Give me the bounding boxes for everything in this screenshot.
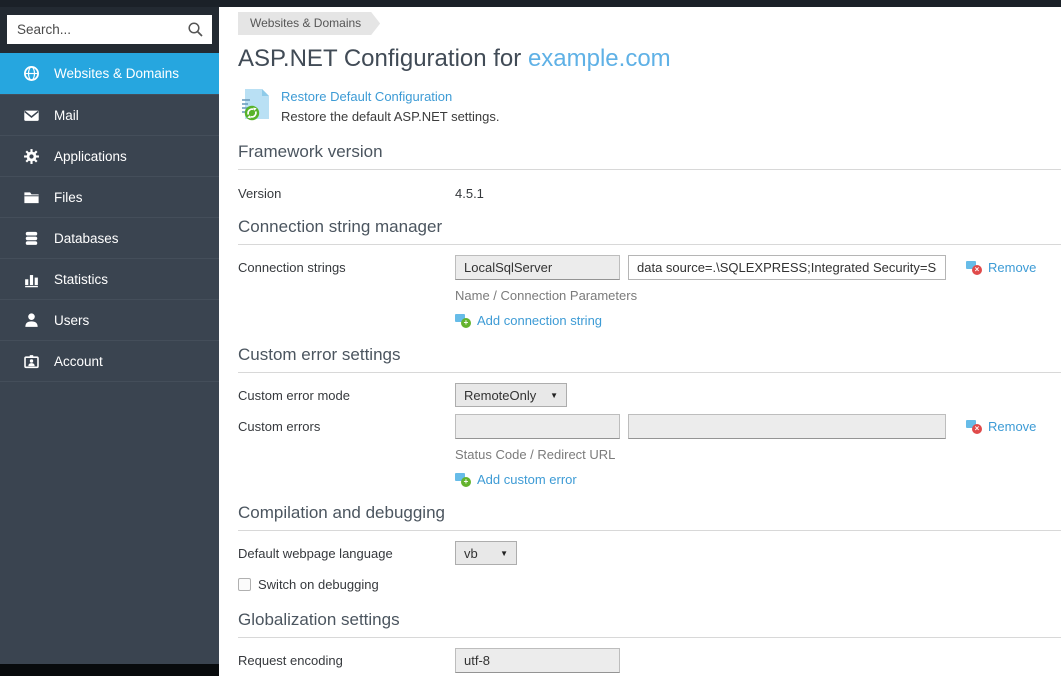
breadcrumb[interactable]: Websites & Domains (238, 12, 380, 35)
page-title-text: ASP.NET Configuration for (238, 45, 528, 72)
custom-error-mode-select[interactable]: RemoteOnly ▼ (455, 383, 567, 407)
sidebar-item-mail[interactable]: Mail (0, 94, 219, 135)
domain-link[interactable]: example.com (528, 45, 671, 72)
sidebar-filler (0, 381, 219, 664)
top-bar (0, 0, 1061, 7)
gear-icon (23, 148, 40, 165)
search-input[interactable] (7, 15, 212, 44)
version-label: Version (238, 186, 455, 201)
custom-error-mode-value: RemoteOnly (464, 388, 536, 403)
request-encoding-input[interactable] (455, 648, 620, 673)
default-webpage-language-select[interactable]: vb ▼ (455, 541, 517, 565)
chevron-down-icon: ▼ (500, 549, 508, 558)
connection-hint: Name / Connection Parameters (455, 288, 1036, 303)
sidebar: Websites & Domains Mail Applications Fil… (0, 7, 219, 676)
sidebar-item-label: Statistics (54, 272, 108, 287)
database-icon (23, 230, 40, 247)
user-icon (23, 312, 40, 329)
remove-label: Remove (988, 260, 1036, 275)
switch-on-debugging-label: Switch on debugging (258, 577, 379, 592)
add-custom-error-link[interactable]: + Add custom error (455, 472, 1036, 487)
sidebar-item-databases[interactable]: Databases (0, 217, 219, 258)
version-value: 4.5.1 (455, 186, 484, 201)
sidebar-item-statistics[interactable]: Statistics (0, 258, 219, 299)
add-connection-string-label: Add connection string (477, 313, 602, 328)
section-connection-string-manager: Connection string manager (238, 217, 1061, 245)
mail-icon (23, 107, 40, 124)
folder-icon (23, 189, 40, 206)
section-framework-version: Framework version (238, 142, 1061, 170)
breadcrumb-label: Websites & Domains (250, 16, 361, 30)
add-icon: + (455, 314, 471, 328)
connection-strings-label: Connection strings (238, 255, 455, 275)
sidebar-item-label: Mail (54, 108, 79, 123)
add-icon: + (455, 473, 471, 487)
sidebar-item-label: Files (54, 190, 83, 205)
request-encoding-label: Request encoding (238, 648, 455, 668)
restore-config-icon (238, 88, 271, 122)
sidebar-item-files[interactable]: Files (0, 176, 219, 217)
sidebar-search (0, 7, 219, 53)
switch-on-debugging-row: Switch on debugging (238, 577, 1061, 592)
sidebar-item-label: Account (54, 354, 103, 369)
globe-icon (23, 65, 40, 82)
chevron-down-icon: ▼ (550, 391, 558, 400)
remove-connection-string-link[interactable]: × Remove (966, 260, 1036, 275)
section-custom-error-settings: Custom error settings (238, 345, 1061, 373)
sidebar-item-users[interactable]: Users (0, 299, 219, 340)
remove-label: Remove (988, 419, 1036, 434)
custom-error-redirect-url-input[interactable] (628, 414, 946, 439)
custom-errors-hint: Status Code / Redirect URL (455, 447, 1036, 462)
statistics-icon (23, 271, 40, 288)
custom-errors-label: Custom errors (238, 414, 455, 434)
restore-tool: Restore Default Configuration Restore th… (238, 88, 1061, 126)
connection-name-input[interactable] (455, 255, 620, 280)
custom-error-mode-label: Custom error mode (238, 383, 455, 403)
default-webpage-language-label: Default webpage language (238, 541, 455, 561)
sidebar-item-websites-domains[interactable]: Websites & Domains (0, 53, 219, 94)
sidebar-item-label: Websites & Domains (54, 66, 179, 81)
remove-icon: × (966, 420, 982, 434)
remove-icon: × (966, 261, 982, 275)
main-content: Websites & Domains ASP.NET Configuration… (219, 7, 1061, 676)
sidebar-item-account[interactable]: Account (0, 340, 219, 381)
section-compilation-debugging: Compilation and debugging (238, 503, 1061, 531)
add-connection-string-link[interactable]: + Add connection string (455, 313, 1036, 328)
sidebar-item-label: Databases (54, 231, 119, 246)
restore-default-configuration-link[interactable]: Restore Default Configuration (281, 89, 452, 104)
search-icon (187, 21, 204, 38)
sidebar-item-label: Applications (54, 149, 127, 164)
section-globalization-settings: Globalization settings (238, 610, 1061, 638)
remove-custom-error-link[interactable]: × Remove (966, 419, 1036, 434)
restore-tool-description: Restore the default ASP.NET settings. (281, 108, 499, 126)
sidebar-item-applications[interactable]: Applications (0, 135, 219, 176)
sidebar-item-label: Users (54, 313, 89, 328)
page-title: ASP.NET Configuration for example.com (238, 42, 1061, 75)
add-custom-error-label: Add custom error (477, 472, 577, 487)
switch-on-debugging-checkbox[interactable] (238, 578, 251, 591)
custom-error-status-code-input[interactable] (455, 414, 620, 439)
connection-parameters-input[interactable] (628, 255, 946, 280)
default-webpage-language-value: vb (464, 546, 478, 561)
account-badge-icon (23, 353, 40, 370)
